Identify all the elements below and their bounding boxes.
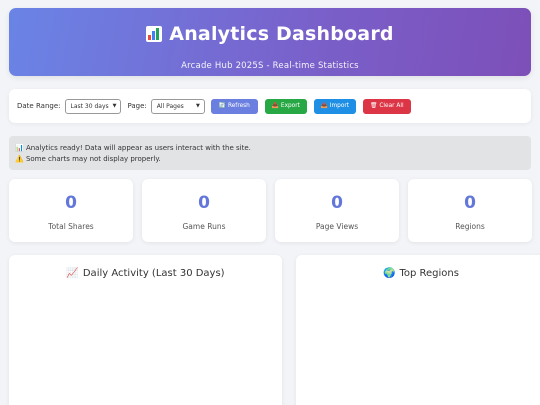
notice-warning-text: Some charts may not display properly. (25, 155, 161, 163)
daily-activity-title: 📈 Daily Activity (Last 30 Days) (9, 268, 282, 279)
stat-card-total-shares: 0 Total Shares (9, 179, 133, 242)
date-range-value: Last 30 days (70, 102, 109, 110)
stat-card-regions: 0 Regions (408, 179, 532, 242)
page-select[interactable]: All Pages ▼ (150, 98, 205, 114)
export-button[interactable]: 📥 Export (264, 98, 307, 114)
import-button[interactable]: 📤 Import (313, 98, 356, 114)
warning-icon: ⚠️ (15, 155, 24, 163)
stat-label: Game Runs (182, 222, 226, 231)
date-range-select[interactable]: Last 30 days ▼ (64, 98, 122, 114)
stat-value: 0 (65, 193, 77, 213)
refresh-icon: 🔄 (218, 103, 226, 109)
notice-line-warning: ⚠️ Some charts may not display properly. (15, 154, 531, 165)
page-label: Page: (127, 102, 147, 110)
top-regions-panel: 🌍 Top Regions (296, 255, 540, 405)
stat-label: Total Shares (48, 222, 94, 231)
stat-value: 0 (331, 193, 343, 213)
stat-label: Page Views (315, 222, 359, 231)
stat-value: 0 (464, 193, 476, 213)
filter-toolbar: Date Range: Last 30 days ▼ Page: All Pag… (9, 89, 531, 123)
import-label: Import (329, 103, 350, 109)
page-title: Analytics Dashboard (9, 23, 531, 45)
notice-info-text: Analytics ready! Data will appear as use… (25, 144, 251, 152)
top-regions-title: 🌍 Top Regions (296, 268, 540, 279)
stat-value: 0 (198, 193, 210, 213)
clear-all-button[interactable]: 🗑 Clear All (362, 98, 411, 114)
bar-chart-icon (146, 26, 163, 42)
dashboard-header: Analytics Dashboard Arcade Hub 2025S - R… (9, 8, 531, 76)
stat-card-game-runs: 0 Game Runs (142, 179, 266, 242)
date-range-label: Date Range: (17, 102, 61, 110)
stat-card-page-views: 0 Page Views (275, 179, 399, 242)
clear-all-label: Clear All (379, 103, 404, 109)
chevron-down-icon: ▼ (112, 103, 117, 109)
line-chart-icon: 📈 (66, 268, 79, 279)
page-value: All Pages (156, 102, 184, 110)
status-notice: 📊 Analytics ready! Data will appear as u… (9, 136, 531, 170)
page-subtitle: Arcade Hub 2025S - Real-time Statistics (181, 61, 359, 71)
trash-icon: 🗑 (370, 103, 378, 109)
export-label: Export (280, 103, 300, 109)
stat-label: Regions (455, 222, 485, 231)
daily-activity-title-text: Daily Activity (Last 30 Days) (82, 268, 225, 279)
export-icon: 📥 (271, 103, 279, 109)
chevron-down-icon: ▼ (195, 103, 200, 109)
globe-icon: 🌍 (383, 268, 396, 279)
notice-line-info: 📊 Analytics ready! Data will appear as u… (15, 143, 531, 154)
bar-chart-icon: 📊 (15, 144, 24, 152)
daily-activity-panel: 📈 Daily Activity (Last 30 Days) (9, 255, 282, 405)
top-regions-title-text: Top Regions (399, 268, 459, 279)
refresh-button[interactable]: 🔄 Refresh (210, 98, 258, 114)
refresh-label: Refresh (227, 103, 250, 109)
import-icon: 📤 (320, 103, 328, 109)
page-title-text: Analytics Dashboard (169, 23, 394, 45)
